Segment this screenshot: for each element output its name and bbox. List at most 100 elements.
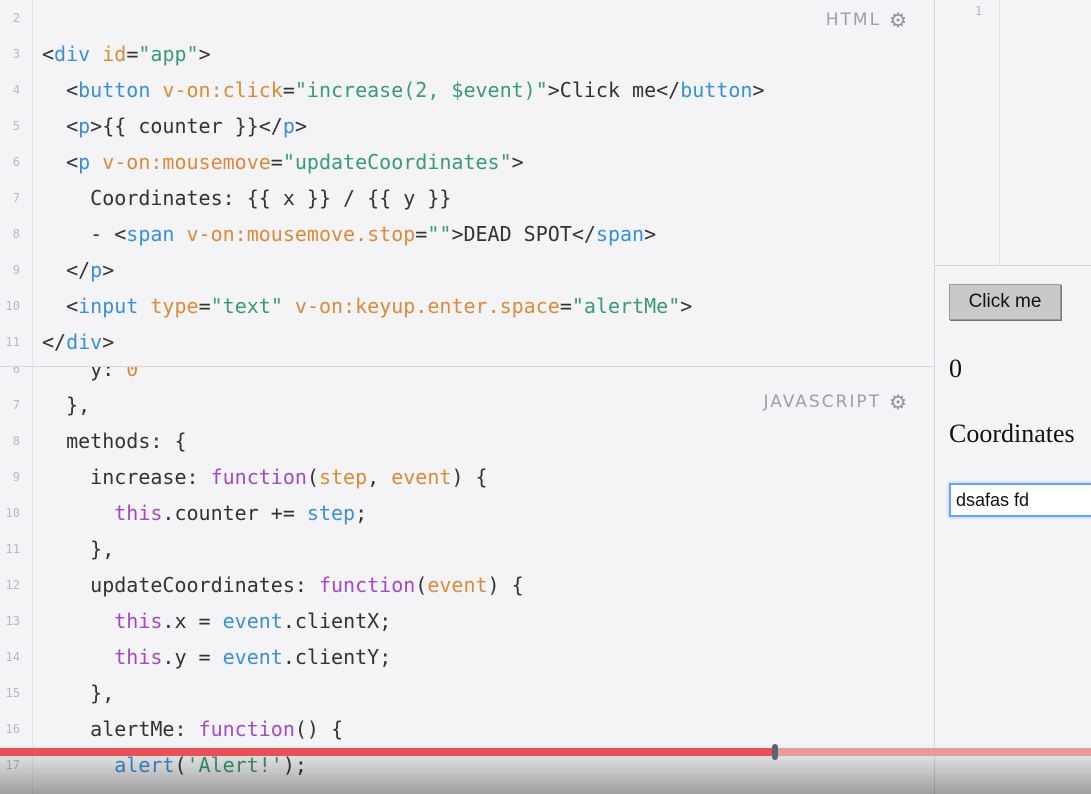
- code-token: "alertMe": [571, 294, 681, 318]
- line-number: 1: [975, 4, 983, 18]
- code-token: >DEAD SPOT</: [451, 222, 596, 246]
- code-text: <p>{{ counter }}</p>: [42, 108, 307, 144]
- code-text: this.counter += step;: [42, 495, 367, 531]
- code-token: ) {: [451, 465, 488, 489]
- javascript-editor-panel[interactable]: 6 y: 0 7 }, 8 methods: {9 increase: functi…: [0, 367, 934, 794]
- text-input[interactable]: [949, 483, 1091, 517]
- code-text: </div>: [42, 324, 114, 360]
- code-text: },: [42, 675, 114, 711]
- code-text: <p v-on:mousemove="updateCoordinates">: [42, 144, 524, 180]
- html-panel-header: HTML ⚙: [826, 8, 909, 32]
- progress-handle[interactable]: [771, 744, 778, 760]
- code-token: v-on:click: [162, 78, 283, 102]
- code-token: p: [78, 114, 91, 138]
- counter-value: 0: [949, 354, 962, 383]
- code-token: >: [752, 78, 765, 102]
- code-token: >: [644, 222, 657, 246]
- code-token: alertMe:: [42, 717, 199, 741]
- output-gutter: 1: [935, 0, 1091, 266]
- html-editor-panel[interactable]: HTML ⚙ 2 3 <div id="app"> 4 <button v-on:cl…: [0, 0, 934, 367]
- code-token: .counter +=: [162, 501, 307, 525]
- line-number: 10: [5, 299, 20, 313]
- line-number: 14: [5, 650, 20, 664]
- code-token: Coordinates: {{ x }} / {{ y }}: [42, 186, 452, 210]
- code-token: - <: [42, 222, 127, 246]
- code-token: function: [210, 465, 307, 489]
- code-token: event: [222, 609, 283, 633]
- code-text: <input type="text" v-on:keyup.enter.spac…: [42, 288, 692, 324]
- code-token: ,: [367, 465, 392, 489]
- line-number: 6: [12, 155, 20, 169]
- code-token: =: [559, 294, 572, 318]
- line-number: 11: [5, 542, 20, 556]
- line-number: 2: [12, 11, 20, 25]
- line-number: 3: [12, 47, 20, 61]
- gear-icon[interactable]: ⚙: [889, 390, 909, 414]
- code-text: <button v-on:click="increase(2, $event)"…: [42, 72, 765, 108]
- code-token: "text": [210, 294, 283, 318]
- code-token: >: [102, 330, 115, 354]
- code-token: <: [42, 42, 55, 66]
- code-token: .y =: [162, 645, 223, 669]
- code-token: "app": [138, 42, 199, 66]
- code-text: },: [42, 531, 114, 567]
- code-token: (: [174, 753, 187, 777]
- progress-played: [0, 748, 775, 756]
- divider: [999, 0, 1000, 265]
- code-token: event: [222, 645, 283, 669]
- line-number: 10: [5, 506, 20, 520]
- video-progress-bar[interactable]: [0, 744, 1091, 760]
- line-number: 7: [12, 191, 20, 205]
- code-token: this: [114, 609, 163, 633]
- code-token: div: [54, 42, 91, 66]
- code-token: .x =: [162, 609, 223, 633]
- code-token: >Click me</: [547, 78, 681, 102]
- click-me-button[interactable]: Click me: [949, 284, 1061, 320]
- code-token: type: [150, 294, 199, 318]
- gear-icon[interactable]: ⚙: [889, 8, 909, 32]
- code-token: },: [42, 537, 115, 561]
- code-token: <: [42, 294, 79, 318]
- code-token: >: [102, 258, 115, 282]
- code-token: (: [415, 573, 428, 597]
- code-text: },: [42, 387, 90, 423]
- line-number: 9: [12, 263, 20, 277]
- line-number: 4: [12, 83, 20, 97]
- code-token: =: [126, 42, 139, 66]
- coordinates-text: Coordinates: [949, 419, 1075, 448]
- code-token: ;: [355, 501, 368, 525]
- code-text: </p>: [42, 252, 114, 288]
- code-token: },: [42, 681, 115, 705]
- code-token: alert: [114, 753, 175, 777]
- code-token: </: [42, 258, 91, 282]
- code-text: - <span v-on:mousemove.stop="">DEAD SPOT…: [42, 216, 656, 252]
- code-token: >{{ counter }}</: [90, 114, 283, 138]
- code-text: updateCoordinates: function(event) {: [42, 567, 524, 603]
- javascript-panel-header: JAVASCRIPT ⚙: [764, 390, 910, 414]
- panel-label: JAVASCRIPT: [763, 392, 882, 412]
- code-text: this.x = event.clientX;: [42, 603, 391, 639]
- code-token: event: [427, 573, 488, 597]
- code-token: p: [282, 114, 295, 138]
- code-token: <: [42, 78, 79, 102]
- code-token: p: [90, 258, 103, 282]
- code-token: },: [42, 393, 91, 417]
- code-text: alertMe: function() {: [42, 711, 343, 747]
- code-token: methods: {: [42, 429, 187, 453]
- code-token: updateCoordinates:: [42, 573, 319, 597]
- code-token: "": [427, 222, 452, 246]
- line-number: 8: [12, 227, 20, 241]
- code-text: methods: {: [42, 423, 187, 459]
- code-token: this: [114, 645, 163, 669]
- code-token: span: [126, 222, 175, 246]
- code-token: );: [282, 753, 307, 777]
- code-token: .clientX;: [282, 609, 392, 633]
- code-token: this: [114, 501, 163, 525]
